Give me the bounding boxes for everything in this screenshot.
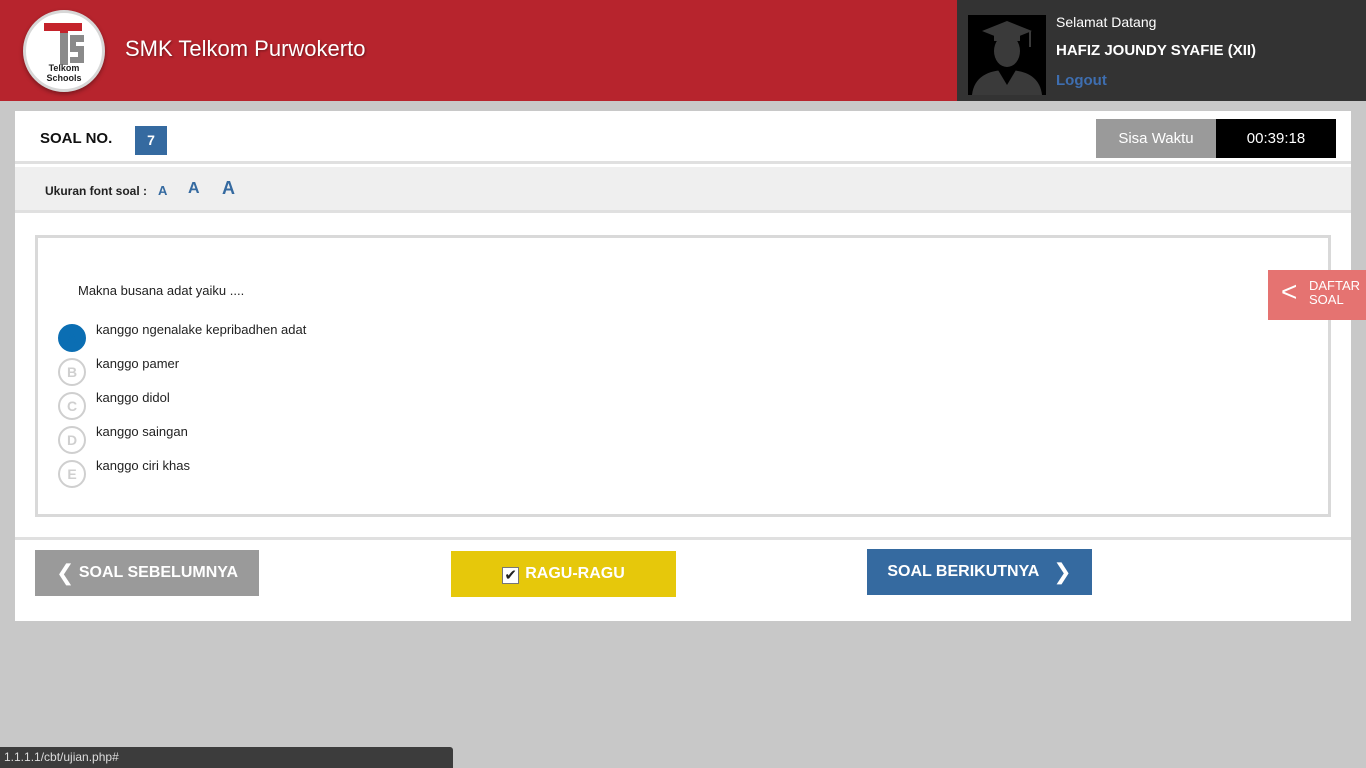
font-size-medium-button[interactable]: A — [188, 180, 200, 198]
font-size-label: Ukuran font soal : — [45, 184, 148, 198]
user-name: HAFIZ JOUNDY SYAFIE (XII) — [1056, 42, 1257, 59]
brand-bar: Telkom Schools SMK Telkom Purwokerto — [0, 0, 957, 101]
graduate-avatar-icon — [968, 15, 1046, 95]
option-radio-d[interactable]: D — [58, 426, 86, 454]
next-question-label: SOAL BERIKUTNYA — [887, 563, 1039, 580]
navigation-bar: ❮ SOAL SEBELUMNYA ✔ RAGU-RAGU SOAL BERIKU… — [15, 537, 1351, 621]
question-list-label-line1: DAFTAR — [1309, 278, 1361, 293]
telkom-schools-logo: Telkom Schools — [23, 10, 105, 92]
question-number-bar: SOAL NO. 7 Sisa Waktu 00:39:18 — [15, 111, 1351, 164]
option-text-c: kanggo didol — [96, 390, 170, 405]
font-size-bar: Ukuran font soal : A A A — [15, 167, 1351, 213]
time-remaining-label: Sisa Waktu — [1096, 119, 1216, 158]
logo-text-schools: Schools — [46, 73, 82, 83]
option-text-e: kanggo ciri khas — [96, 458, 190, 473]
question-list-label-line2: SOAL — [1309, 292, 1344, 307]
next-question-button[interactable]: SOAL BERIKUTNYA ❯ — [867, 549, 1092, 595]
previous-question-button[interactable]: ❮ SOAL SEBELUMNYA — [35, 550, 259, 596]
doubtful-checkbox[interactable]: ✔ — [502, 567, 520, 584]
welcome-text: Selamat Datang — [1056, 14, 1157, 30]
header: Telkom Schools SMK Telkom Purwokerto Sel… — [0, 0, 1366, 101]
option-a[interactable]: A kanggo ngenalake kepribadhen adat — [58, 322, 458, 352]
option-text-d: kanggo saingan — [96, 424, 188, 439]
option-b[interactable]: B kanggo pamer — [58, 356, 458, 386]
chevron-left-icon: < — [1281, 276, 1298, 307]
question-text: Makna busana adat yaiku .... — [78, 283, 245, 298]
chevron-left-icon: ❮ — [55, 560, 75, 585]
logout-link[interactable]: Logout — [1056, 72, 1107, 89]
option-d[interactable]: D kanggo saingan — [58, 424, 458, 454]
site-title: SMK Telkom Purwokerto — [125, 36, 366, 61]
option-radio-b[interactable]: B — [58, 358, 86, 386]
question-box: Makna busana adat yaiku .... A kanggo ng… — [35, 235, 1331, 517]
font-size-small-button[interactable]: A — [158, 183, 167, 198]
question-list-toggle[interactable]: < DAFTAR SOAL — [1268, 270, 1366, 320]
time-remaining-value: 00:39:18 — [1216, 119, 1336, 158]
font-size-large-button[interactable]: A — [222, 178, 235, 199]
option-radio-c[interactable]: C — [58, 392, 86, 420]
exam-panel: SOAL NO. 7 Sisa Waktu 00:39:18 Ukuran fo… — [15, 111, 1351, 621]
option-c[interactable]: C kanggo didol — [58, 390, 458, 420]
previous-question-label: SOAL SEBELUMNYA — [78, 564, 239, 581]
browser-status-url: 1.1.1.1/cbt/ujian.php# — [0, 747, 453, 768]
question-list-label: DAFTAR SOAL — [1309, 279, 1360, 307]
chevron-right-icon: ❯ — [1053, 559, 1072, 584]
logo-text-telkom: Telkom — [48, 63, 80, 73]
user-box: Selamat Datang HAFIZ JOUNDY SYAFIE (XII)… — [957, 0, 1366, 101]
option-text-a: kanggo ngenalake kepribadhen adat — [96, 322, 307, 337]
doubtful-label: RAGU-RAGU — [525, 565, 625, 582]
option-e[interactable]: E kanggo ciri khas — [58, 458, 458, 488]
question-number-label: SOAL NO. — [40, 130, 113, 147]
option-text-b: kanggo pamer — [96, 356, 180, 371]
question-number-badge: 7 — [135, 126, 167, 155]
doubtful-button[interactable]: ✔ RAGU-RAGU — [451, 551, 676, 597]
option-radio-e[interactable]: E — [58, 460, 86, 488]
option-radio-a[interactable]: A — [58, 324, 86, 352]
